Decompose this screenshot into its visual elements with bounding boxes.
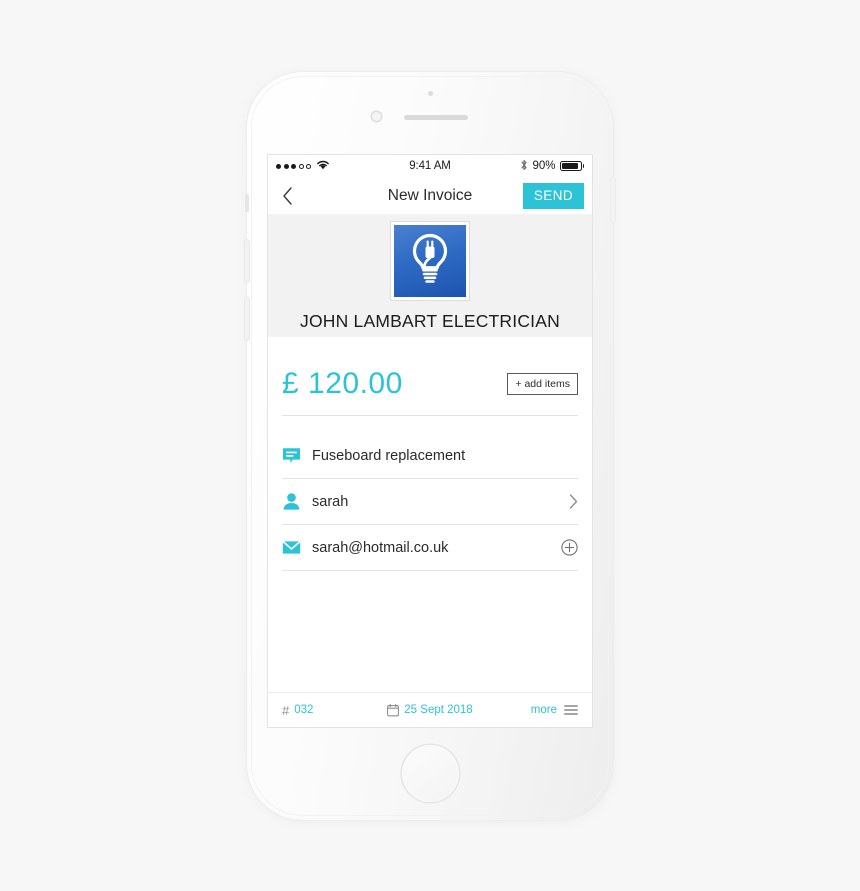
status-bar: 9:41 AM 90% [268,155,592,177]
envelope-icon [282,538,301,557]
send-button[interactable]: SEND [522,182,584,209]
email-text: sarah@hotmail.co.uk [312,539,449,556]
amount-divider [282,415,578,416]
silent-switch[interactable] [245,194,249,212]
add-items-button[interactable]: + add items [507,373,578,395]
company-logo[interactable] [391,222,469,300]
earpiece-speaker [404,115,468,120]
navigation-bar: New Invoice SEND [268,177,592,214]
front-camera-icon [427,91,433,96]
more-options-group[interactable]: more [531,704,578,716]
volume-down-button[interactable] [245,298,249,340]
more-label: more [530,704,557,716]
status-bar-time: 9:41 AM [409,160,451,172]
invoice-detail-list: Fuseboard replacement sarah sarah@hotmai… [268,433,592,571]
comment-icon [282,446,301,465]
home-button[interactable] [401,745,459,802]
hamburger-menu-icon[interactable] [564,704,578,716]
list-item-email[interactable]: sarah@hotmail.co.uk [282,525,578,571]
company-name: JOHN LAMBART ELECTRICIAN [300,311,560,331]
invoice-card: £ 120.00 + add items Fuseboard replaceme… [268,337,592,727]
invoice-date-label: 25 Sept 2018 [404,704,473,716]
person-icon [282,492,301,511]
phone-screen: 9:41 AM 90% New Invoice SEND JOHN LAMBAR… [268,155,592,727]
calendar-icon [387,703,400,717]
phone-device: 9:41 AM 90% New Invoice SEND JOHN LAMBAR… [245,72,615,820]
plus-circle-icon[interactable] [561,539,578,556]
company-header: JOHN LAMBART ELECTRICIAN [268,214,592,337]
chevron-left-icon[interactable] [276,185,298,207]
description-text: Fuseboard replacement [312,447,466,464]
proximity-sensor-icon [372,112,381,121]
invoice-footer: # 032 25 Sept 2018 more [268,692,592,727]
invoice-total-amount[interactable]: £ 120.00 [282,367,403,401]
power-button[interactable] [611,178,615,222]
volume-up-button[interactable] [245,240,249,282]
chevron-right-icon[interactable] [569,494,578,509]
amount-row: £ 120.00 + add items [268,337,592,401]
list-item-description[interactable]: Fuseboard replacement [282,433,578,479]
lightbulb-plug-icon [405,232,455,291]
list-item-customer[interactable]: sarah [282,479,578,525]
customer-name-text: sarah [312,493,349,510]
